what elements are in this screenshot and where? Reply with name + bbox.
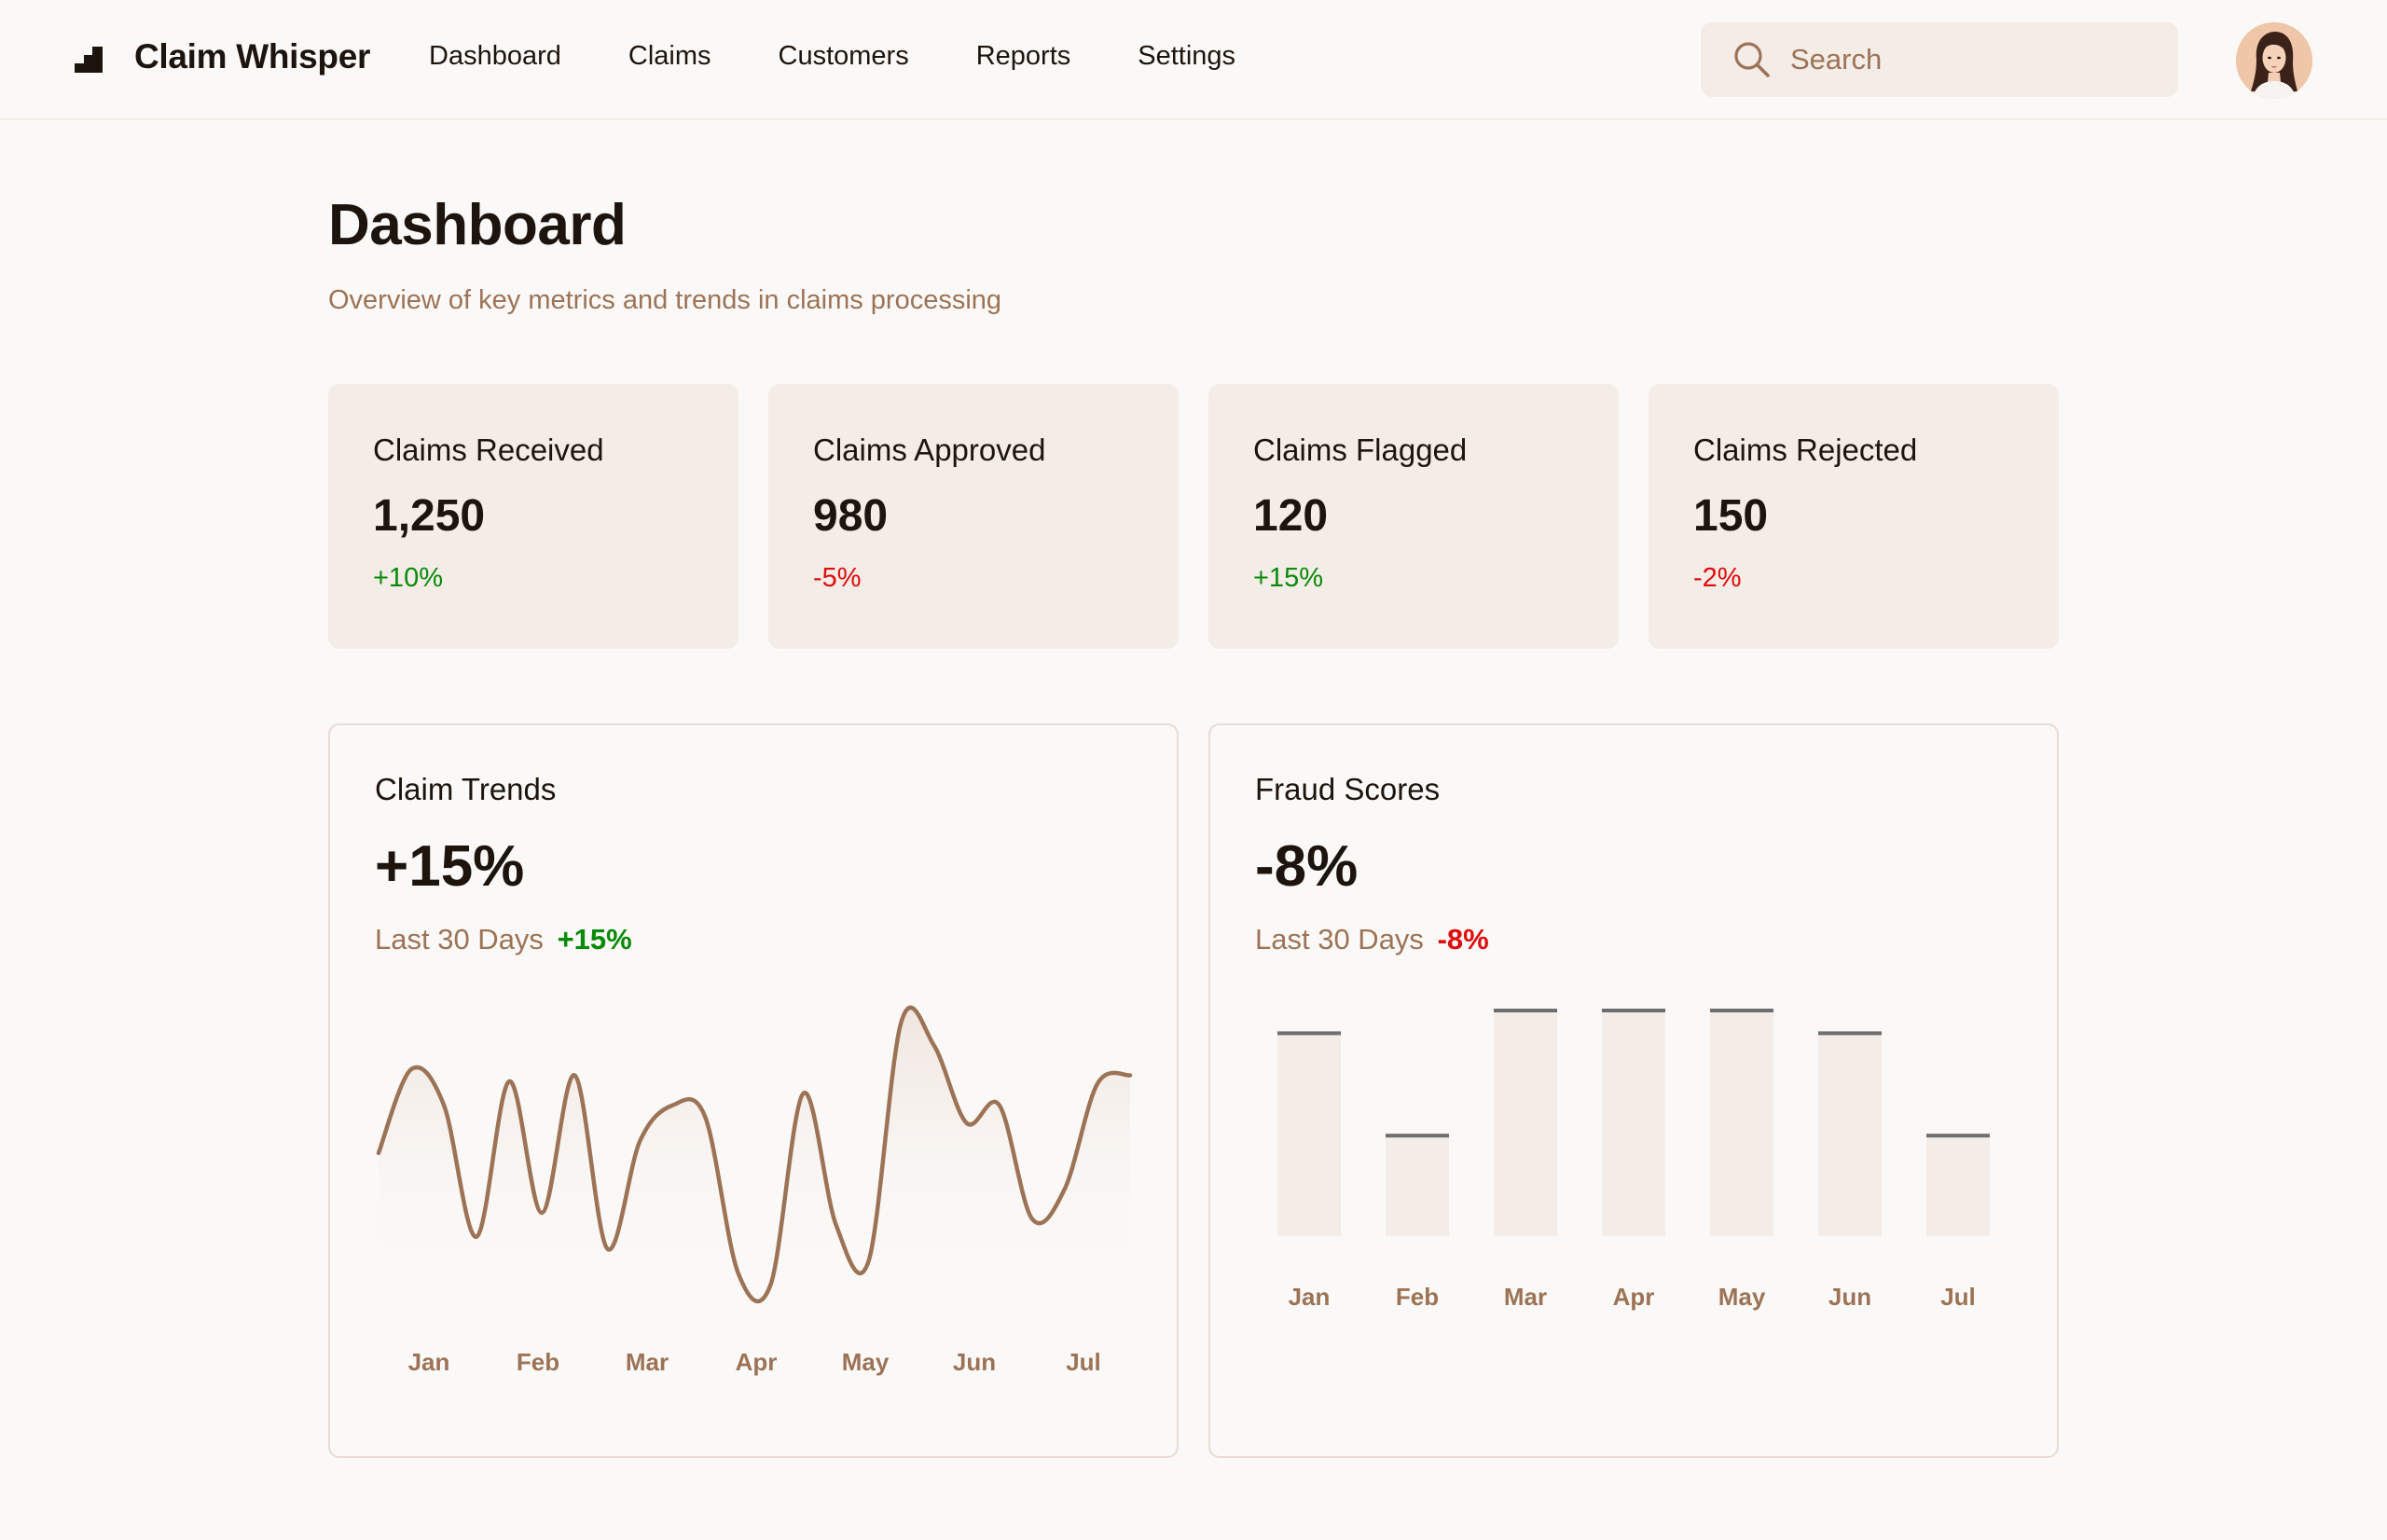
stat-value: 120 [1253, 491, 1329, 541]
x-axis-tick-label: Apr [736, 1348, 778, 1376]
claim-trends-card: Claim Trends +15% Last 30 Days +15% Jan F… [328, 723, 1179, 1458]
logo-icon [75, 47, 103, 73]
search-box[interactable] [1701, 22, 2178, 97]
bar [1710, 1009, 1773, 1236]
bar [1494, 1009, 1557, 1236]
search-icon [1734, 42, 1770, 77]
bar [1277, 1031, 1341, 1236]
stat-change: +10% [373, 563, 443, 593]
brand-name[interactable]: Claim Whisper [134, 37, 370, 76]
stat-label: Claims Rejected [1693, 433, 1918, 467]
x-axis-tick-label: Mar [1504, 1283, 1547, 1311]
bar [1386, 1134, 1449, 1236]
claim-trends-line-chart: Jan Feb Mar Apr May Jun Jul [376, 1005, 1133, 1376]
nav-item-claims[interactable]: Claims [628, 41, 711, 72]
x-axis-tick-label: Jun [1828, 1283, 1871, 1311]
page-subtitle: Overview of key metrics and trends in cl… [328, 285, 1002, 315]
x-axis-tick-label: Apr [1613, 1283, 1655, 1311]
nav-item-dashboard[interactable]: Dashboard [429, 41, 561, 72]
stat-card-approved: Claims Approved 980 -5% [768, 384, 1179, 649]
avatar-portrait-icon [2236, 22, 2312, 99]
main-nav: Dashboard Claims Customers Reports Setti… [429, 41, 1303, 72]
x-axis-tick-label: May [842, 1348, 890, 1376]
x-axis-tick-label: Jan [408, 1348, 450, 1376]
page-title: Dashboard [328, 193, 627, 257]
stat-card-rejected: Claims Rejected 150 -2% [1649, 384, 2059, 649]
user-avatar[interactable] [2236, 22, 2312, 99]
top-nav-bar: Claim Whisper Dashboard Claims Customers… [0, 0, 2387, 120]
x-axis-tick-label: Jul [1066, 1348, 1101, 1376]
x-axis-tick-label: Feb [1396, 1283, 1439, 1311]
bar [1818, 1031, 1882, 1236]
trend-area-fill [379, 1007, 1130, 1301]
stat-label: Claims Flagged [1253, 433, 1468, 467]
stat-card-received: Claims Received 1,250 +10% [328, 384, 738, 649]
x-axis-tick-label: Jul [1940, 1283, 1976, 1311]
nav-item-reports[interactable]: Reports [976, 41, 1071, 72]
fraud-scores-card: Fraud Scores -8% Last 30 Days -8% Jan Feb… [1208, 723, 2059, 1458]
x-axis-tick-label: Jun [953, 1348, 996, 1376]
stat-label: Claims Approved [813, 433, 1046, 467]
stat-card-flagged: Claims Flagged 120 +15% [1208, 384, 1619, 649]
search-input[interactable] [1790, 32, 2163, 88]
stat-change: -5% [813, 563, 862, 593]
stat-label: Claims Received [373, 433, 604, 467]
x-axis-tick-label: Mar [626, 1348, 669, 1376]
stat-value: 1,250 [373, 491, 486, 541]
nav-item-customers[interactable]: Customers [779, 41, 909, 72]
nav-item-settings[interactable]: Settings [1138, 41, 1235, 72]
stat-value: 980 [813, 491, 889, 541]
x-axis-tick-label: May [1718, 1283, 1766, 1311]
stat-value: 150 [1693, 491, 1769, 541]
bar [1926, 1134, 1990, 1236]
stat-change: +15% [1253, 563, 1323, 593]
stat-change: -2% [1693, 563, 1742, 593]
fraud-scores-bar-chart: Jan Feb Mar Apr May Jun Jul [1277, 1009, 1990, 1311]
x-axis-tick-label: Feb [517, 1348, 559, 1376]
x-axis-tick-label: Jan [1289, 1283, 1331, 1311]
bar [1602, 1009, 1665, 1236]
